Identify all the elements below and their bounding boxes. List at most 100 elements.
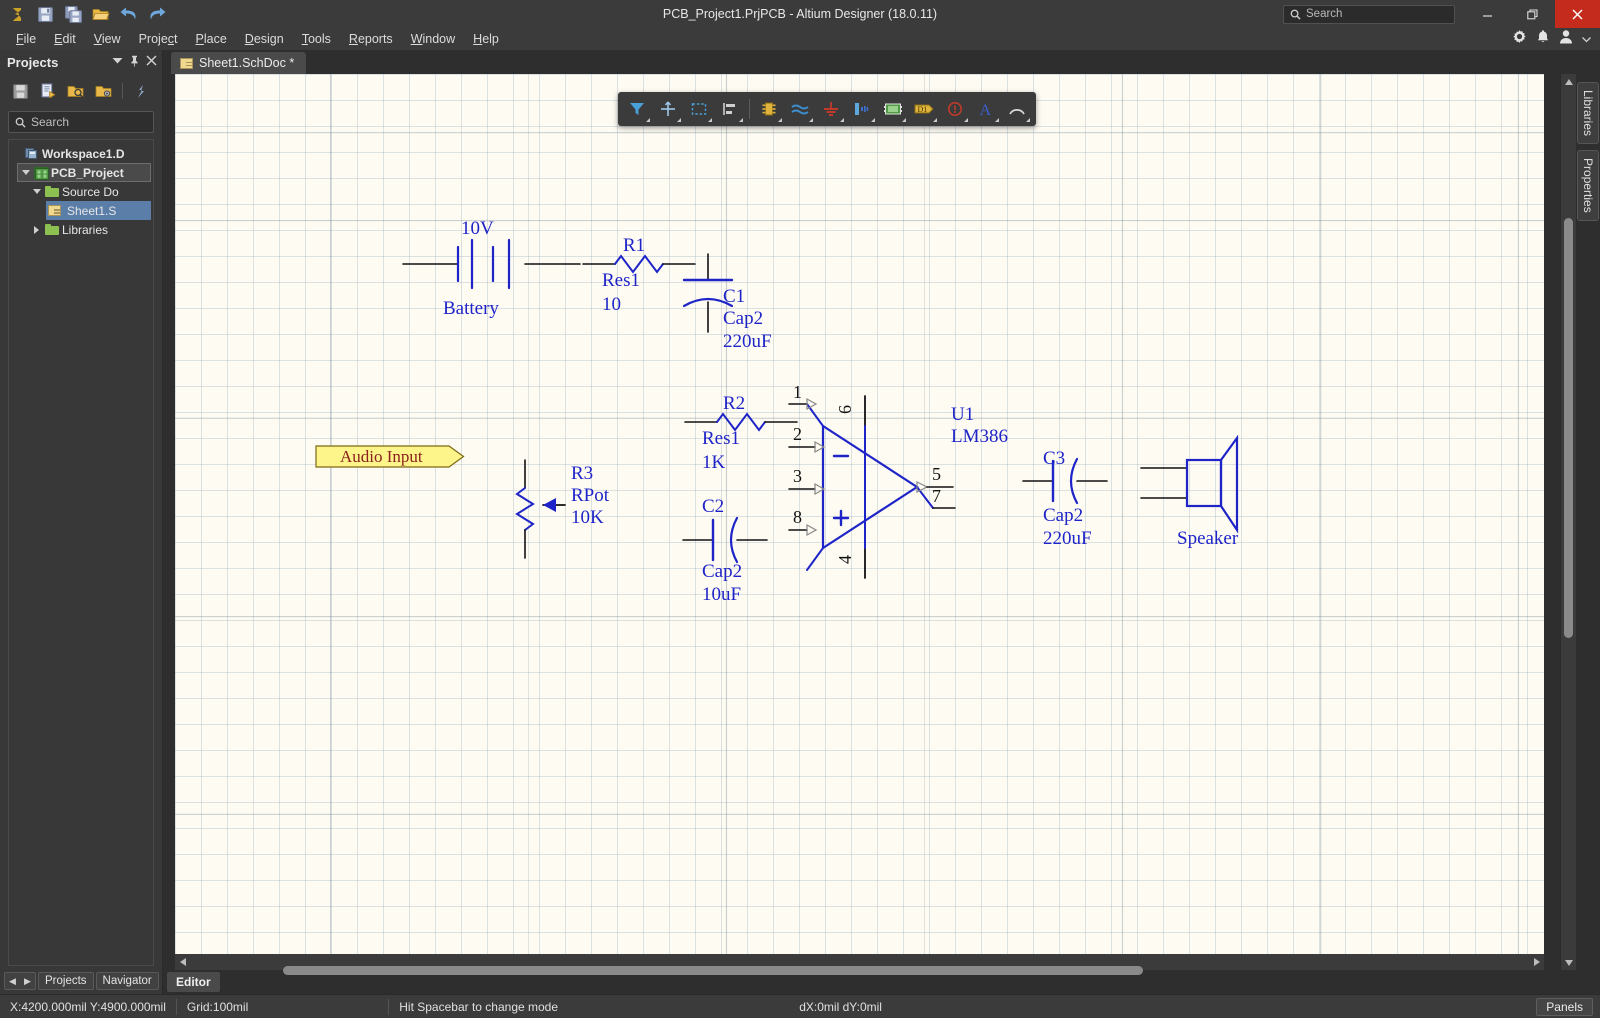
scroll-left-icon[interactable] <box>175 954 191 970</box>
pin-number-6: 6 <box>835 405 855 414</box>
label-c3-comment: Cap2 <box>1043 505 1083 526</box>
dropdown-icon[interactable] <box>112 57 123 68</box>
ground-icon[interactable] <box>816 95 846 123</box>
crosshair-icon[interactable] <box>653 95 683 123</box>
gear-icon[interactable] <box>1512 29 1527 49</box>
document-tab-sheet1[interactable]: Sheet1.SchDoc * <box>171 52 307 74</box>
scroll-up-icon[interactable] <box>1561 74 1576 90</box>
navigate-icon[interactable] <box>129 79 153 103</box>
menu-tools[interactable]: Tools <box>293 30 340 48</box>
projects-panel-header: Projects <box>0 50 162 74</box>
component-r3-potentiometer <box>515 459 566 559</box>
open-icon[interactable] <box>88 2 114 26</box>
menu-help[interactable]: Help <box>464 30 508 48</box>
user-icon[interactable] <box>1559 29 1573 49</box>
align-icon[interactable] <box>715 95 745 123</box>
panel-tab-projects[interactable]: Projects <box>38 972 94 990</box>
save-icon[interactable] <box>32 2 58 26</box>
editor-column: Sheet1.SchDoc * 10V Battery R1 Res1 10 C… <box>163 50 1600 994</box>
altium-logo-icon[interactable] <box>4 2 30 26</box>
vscroll-thumb[interactable] <box>1564 218 1573 638</box>
save-all-icon[interactable] <box>60 2 86 26</box>
tree-item-source-documents[interactable]: Source Do <box>29 182 153 201</box>
pin-icon[interactable] <box>129 55 140 70</box>
hscroll-thumb[interactable] <box>283 966 1143 975</box>
active-bar-separator <box>749 99 750 119</box>
projects-search-input[interactable]: Search <box>8 111 154 133</box>
tab-scroll-left-icon[interactable]: ◀ <box>5 976 20 987</box>
compile-icon[interactable] <box>36 79 60 103</box>
schematic-canvas[interactable]: 10V Battery R1 Res1 10 C1 Cap2 220uF R2 … <box>163 74 1560 975</box>
menu-place[interactable]: Place <box>187 30 236 48</box>
bell-icon[interactable] <box>1536 29 1550 49</box>
twisty-right-icon[interactable] <box>31 225 42 234</box>
search-icon <box>1290 9 1301 20</box>
menu-view[interactable]: View <box>85 30 130 48</box>
label-r3-value: 10K <box>571 507 604 528</box>
label-r2-value: 1K <box>702 452 726 473</box>
menu-project[interactable]: Project <box>130 30 187 48</box>
horizontal-scrollbar[interactable] <box>175 954 1544 975</box>
filter-icon[interactable] <box>622 95 652 123</box>
component-u1-opamp <box>788 395 956 579</box>
net-label-icon[interactable]: D1 <box>909 95 939 123</box>
close-icon[interactable] <box>146 55 157 69</box>
port-icon[interactable] <box>847 95 877 123</box>
schematic-sheet[interactable]: 10V Battery R1 Res1 10 C1 Cap2 220uF R2 … <box>175 74 1544 954</box>
sheet-symbol-icon[interactable] <box>878 95 908 123</box>
global-search-input[interactable]: Search <box>1283 4 1455 24</box>
tree-item-workspace[interactable]: Workspace1.D <box>9 144 153 163</box>
save-icon[interactable] <box>8 79 32 103</box>
vertical-scrollbar[interactable] <box>1560 74 1576 970</box>
scroll-down-icon[interactable] <box>1561 954 1576 970</box>
twisty-down-icon[interactable] <box>31 189 42 194</box>
tree-item-sheet1[interactable]: Sheet1.S <box>46 201 151 220</box>
component-icon[interactable] <box>754 95 784 123</box>
project-options-icon[interactable] <box>92 79 116 103</box>
quick-access-toolbar <box>0 2 170 26</box>
arc-icon[interactable] <box>1002 95 1032 123</box>
menu-bar: File Edit View Project Place Design Tool… <box>0 28 1600 50</box>
label-c3-value: 220uF <box>1043 528 1092 549</box>
wire-icon[interactable] <box>785 95 815 123</box>
dock-tab-properties[interactable]: Properties <box>1577 150 1599 221</box>
chevron-down-icon[interactable] <box>1582 30 1591 48</box>
selection-rect-icon[interactable] <box>684 95 714 123</box>
component-battery <box>402 238 581 290</box>
menu-edit[interactable]: Edit <box>45 30 85 48</box>
close-button[interactable] <box>1555 0 1600 28</box>
tree-item-libraries[interactable]: Libraries <box>29 220 153 239</box>
open-project-icon[interactable] <box>64 79 88 103</box>
redo-icon[interactable] <box>144 2 170 26</box>
panels-button[interactable]: Panels <box>1536 997 1593 1016</box>
projects-panel: Projects Search Workspace1.D PCB_Project… <box>0 50 163 994</box>
label-c1-comment: Cap2 <box>723 308 763 329</box>
component-c2 <box>682 516 768 564</box>
vscroll-track[interactable] <box>1561 90 1576 954</box>
tab-scroll-buttons[interactable]: ◀ ▶ <box>4 972 36 990</box>
no-erc-icon[interactable] <box>940 95 970 123</box>
menu-window[interactable]: Window <box>402 30 464 48</box>
dock-tab-libraries[interactable]: Libraries <box>1577 82 1599 145</box>
menu-reports[interactable]: Reports <box>340 30 402 48</box>
tab-scroll-right-icon[interactable]: ▶ <box>20 976 35 987</box>
minimize-button[interactable] <box>1465 0 1510 28</box>
port-audio-input[interactable]: Audio Input <box>315 445 465 468</box>
tree-item-pcb-project[interactable]: PCB_Project <box>17 163 151 182</box>
text-icon[interactable]: A <box>971 95 1001 123</box>
menu-file[interactable]: File <box>7 30 45 48</box>
active-bar-toolbar: D1 A <box>618 92 1036 126</box>
restore-button[interactable] <box>1510 0 1555 28</box>
scroll-right-icon[interactable] <box>1528 954 1544 970</box>
menu-design[interactable]: Design <box>236 30 293 48</box>
label-r2-comment: Res1 <box>702 428 740 449</box>
status-hint: Hit Spacebar to change mode <box>399 999 559 1014</box>
twisty-down-icon[interactable] <box>20 170 31 175</box>
undo-icon[interactable] <box>116 2 142 26</box>
panel-tab-navigator[interactable]: Navigator <box>95 972 159 990</box>
tree-item-label: Libraries <box>62 222 109 237</box>
label-r1-comment: Res1 <box>602 270 640 291</box>
folder-icon <box>45 224 59 235</box>
editor-tab-editor[interactable]: Editor <box>167 972 220 992</box>
svg-text:D1: D1 <box>918 105 928 114</box>
